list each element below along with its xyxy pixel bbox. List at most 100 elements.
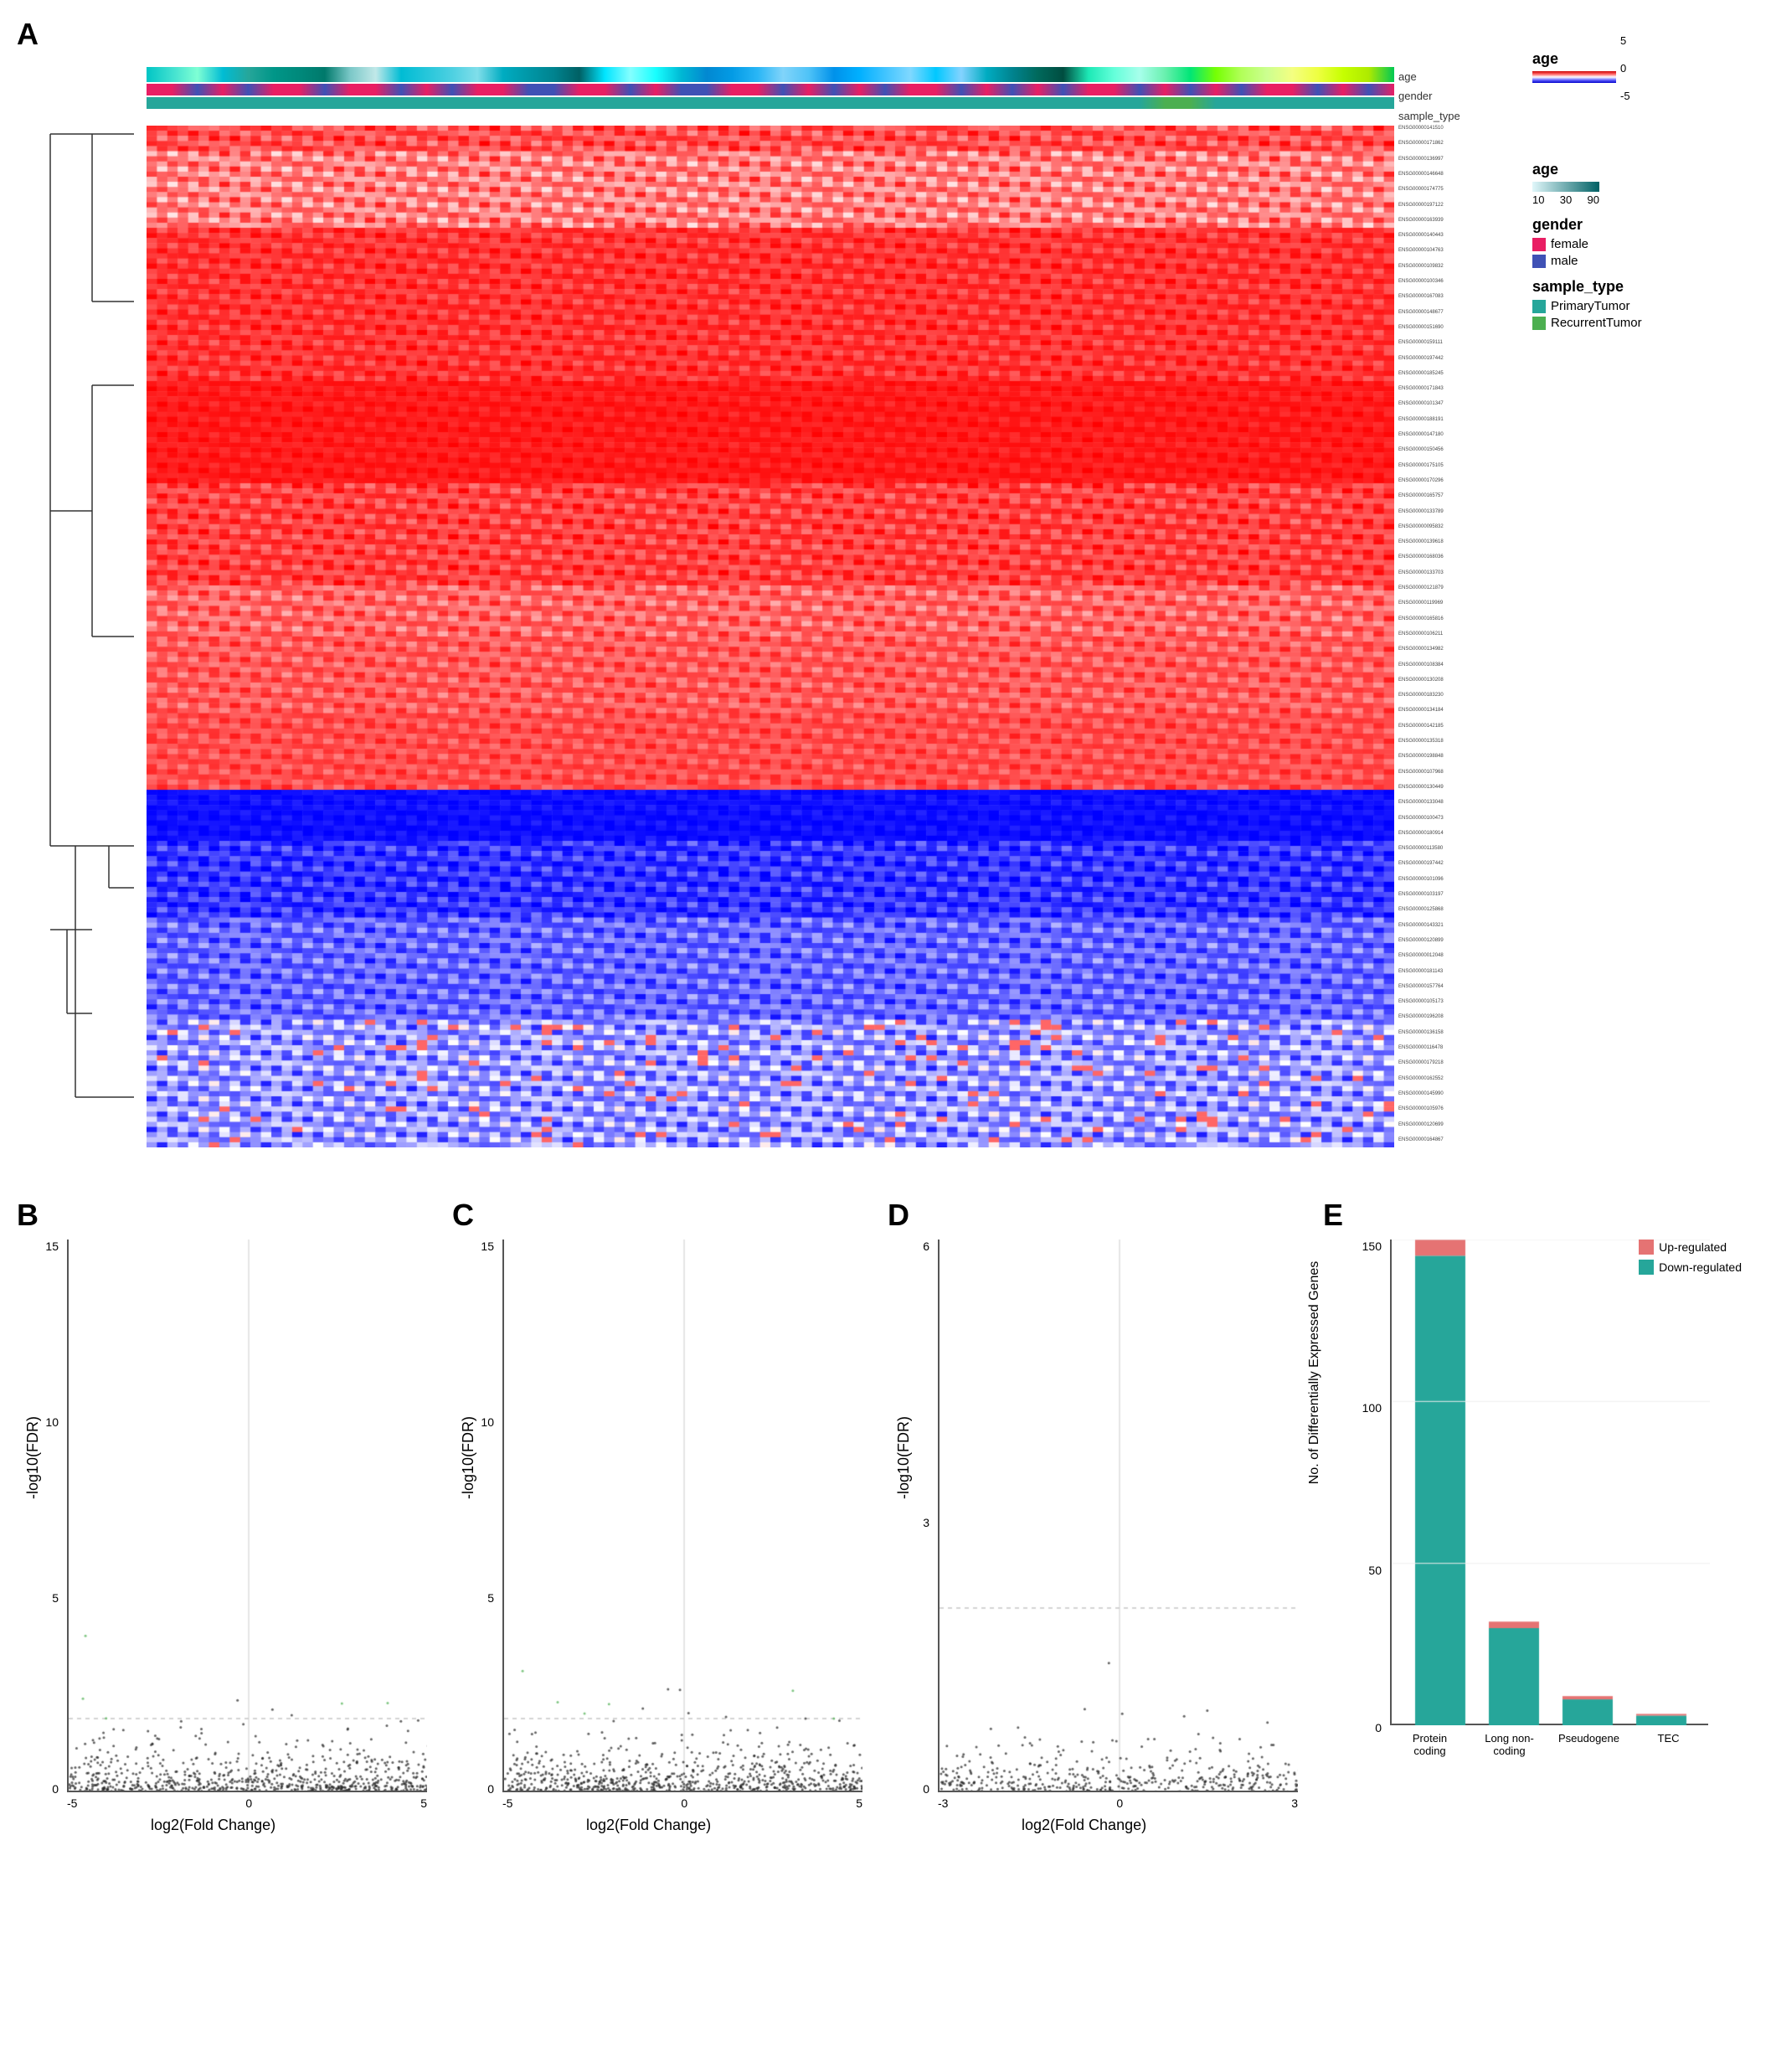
gene-label: ENSG00000134982 [1398,647,1444,652]
gene-label: ENSG00000168036 [1398,554,1444,560]
heatmap-canvas [147,126,1394,1147]
gender-female-item: female [1532,237,1750,251]
gene-label: ENSG00000188191 [1398,417,1444,423]
gene-label: ENSG00000151690 [1398,325,1444,331]
volcano-d-plot-area [938,1240,1298,1792]
gene-label: ENSG00000142185 [1398,724,1444,729]
gene-label: ENSG00000105173 [1398,999,1444,1005]
panel-c: C -log10(FDR) log2(Fold Change) 15 10 5 … [452,1198,871,2035]
gene-label: ENSG00000159111 [1398,340,1443,346]
gene-label: ENSG00000143321 [1398,923,1444,929]
heatmap-high-label: 5 [1620,34,1750,47]
panel-d: D -log10(FDR) log2(Fold Change) 6 3 0 -3… [888,1198,1306,2035]
volcano-b-x-label: log2(Fold Change) [151,1817,275,1834]
gene-label: ENSG00000134184 [1398,708,1444,714]
gene-label: ENSG00000183230 [1398,693,1444,698]
gender-legend-section: gender female male [1532,216,1750,268]
panel-c-label: C [452,1198,474,1233]
gene-label: ENSG00000136158 [1398,1030,1444,1036]
gene-label: ENSG00000150456 [1398,447,1444,453]
gender-annotation-bar [147,84,1394,95]
female-label: female [1551,237,1588,251]
gene-label: ENSG00000012048 [1398,953,1444,959]
volcano-b-plot-area [67,1240,427,1792]
gene-label: ENSG00000136997 [1398,157,1444,162]
male-label: male [1551,254,1578,268]
gene-label: ENSG00000120699 [1398,1122,1444,1128]
gene-label: ENSG00000171862 [1398,141,1444,147]
gene-label: ENSG00000175105 [1398,463,1444,469]
gene-label: ENSG00000105976 [1398,1106,1444,1112]
gene-label: ENSG00000133789 [1398,509,1444,515]
sample-type-annotation-bar [147,97,1394,109]
gene-label: ENSG00000164867 [1398,1137,1444,1143]
gene-label: ENSG00000100473 [1398,816,1444,822]
gene-label: ENSG00000106211 [1398,631,1443,637]
age-mid-label: 30 [1560,193,1572,206]
heatmap-low-label: -5 [1620,90,1750,102]
bar-chart-canvas [1392,1240,1710,1725]
gene-label: ENSG00000165757 [1398,493,1444,499]
age-gradient [1532,182,1599,192]
heatmap-section: age gender sample_type [17,17,1541,1173]
gene-label: ENSG00000119969 [1398,600,1443,606]
gene-label: ENSG00000107968 [1398,770,1444,776]
heatmap-body [147,126,1394,1147]
down-regulated-swatch [1639,1260,1654,1275]
up-regulated-swatch [1639,1240,1654,1255]
gene-label: ENSG00000174775 [1398,187,1444,193]
recurrent-tumor-item: RecurrentTumor [1532,316,1750,330]
dendrogram-svg [42,92,142,1147]
sample-type-legend-title: sample_type [1532,278,1750,296]
gene-label: ENSG00000185245 [1398,371,1444,377]
gene-label: ENSG00000120899 [1398,938,1444,944]
volcano-c-x-ticks: -505 [502,1796,862,1810]
volcano-c-plot-area [502,1240,862,1792]
gene-label: ENSG00000181143 [1398,969,1443,975]
up-regulated-legend-item: Up-regulated [1639,1240,1742,1255]
age-max-label: 90 [1588,193,1599,206]
panel-d-label: D [888,1198,909,1233]
bar-x-labels: Protein coding Long non-coding Pseudogen… [1390,1732,1708,1757]
age-annotation-bar [147,67,1394,82]
primary-tumor-swatch [1532,300,1546,313]
panel-e-label: E [1323,1198,1343,1233]
bar-y-label: No. of Differentially Expressed Genes [1307,1247,1322,1498]
gender-legend-title: gender [1532,216,1750,234]
annotation-track [147,67,1394,117]
panel-b-label: B [17,1198,39,1233]
bottom-panels: B -log10(FDR) log2(Fold Change) 15 10 5 … [17,1198,1742,2052]
age-label: age [1398,67,1460,86]
age-legend-section: age 10 30 90 [1532,161,1750,206]
gene-label: ENSG00000108384 [1398,662,1444,668]
age-min-label: 10 [1532,193,1544,206]
gene-label: ENSG00000139618 [1398,539,1444,545]
volcano-d-x-ticks: -303 [938,1796,1298,1810]
dendrogram-left [42,92,142,1147]
gene-label: ENSG00000133048 [1398,800,1444,806]
gene-label: ENSG00000103197 [1398,892,1444,898]
primary-tumor-label: PrimaryTumor [1551,299,1629,313]
panel-e: E No. of Differentially Expressed Genes … [1323,1198,1742,2035]
gene-label: ENSG00000113580 [1398,846,1443,852]
gender-male-item: male [1532,254,1750,268]
gene-label: ENSG00000147180 [1398,432,1444,438]
volcano-c-y-ticks: 15 10 5 0 [452,1240,498,1792]
gene-label: ENSG00000135318 [1398,739,1444,745]
gene-label: ENSG00000141510 [1398,126,1444,131]
volcano-d-y-ticks: 6 3 0 [888,1240,934,1792]
legend-box: age 5 0 -5 age 10 30 90 gender female [1532,50,1750,340]
sample-type-legend-section: sample_type PrimaryTumor RecurrentTumor [1532,278,1750,330]
volcano-b-x-ticks: -505 [67,1796,427,1810]
gene-label: ENSG00000109832 [1398,264,1444,270]
volcano-b-canvas [69,1240,427,1792]
gene-label: ENSG00000197442 [1398,861,1444,867]
panel-b: B -log10(FDR) log2(Fold Change) 15 10 5 … [17,1198,435,2035]
recurrent-tumor-label: RecurrentTumor [1551,316,1642,330]
gene-label: ENSG00000197442 [1398,356,1444,362]
figure-container: A age gender sample_type [0,0,1771,2072]
bar-chart-area [1390,1240,1708,1725]
volcano-c-canvas [504,1240,862,1792]
bar-y-ticks: 150 100 50 0 [1323,1240,1386,1725]
female-swatch [1532,238,1546,251]
